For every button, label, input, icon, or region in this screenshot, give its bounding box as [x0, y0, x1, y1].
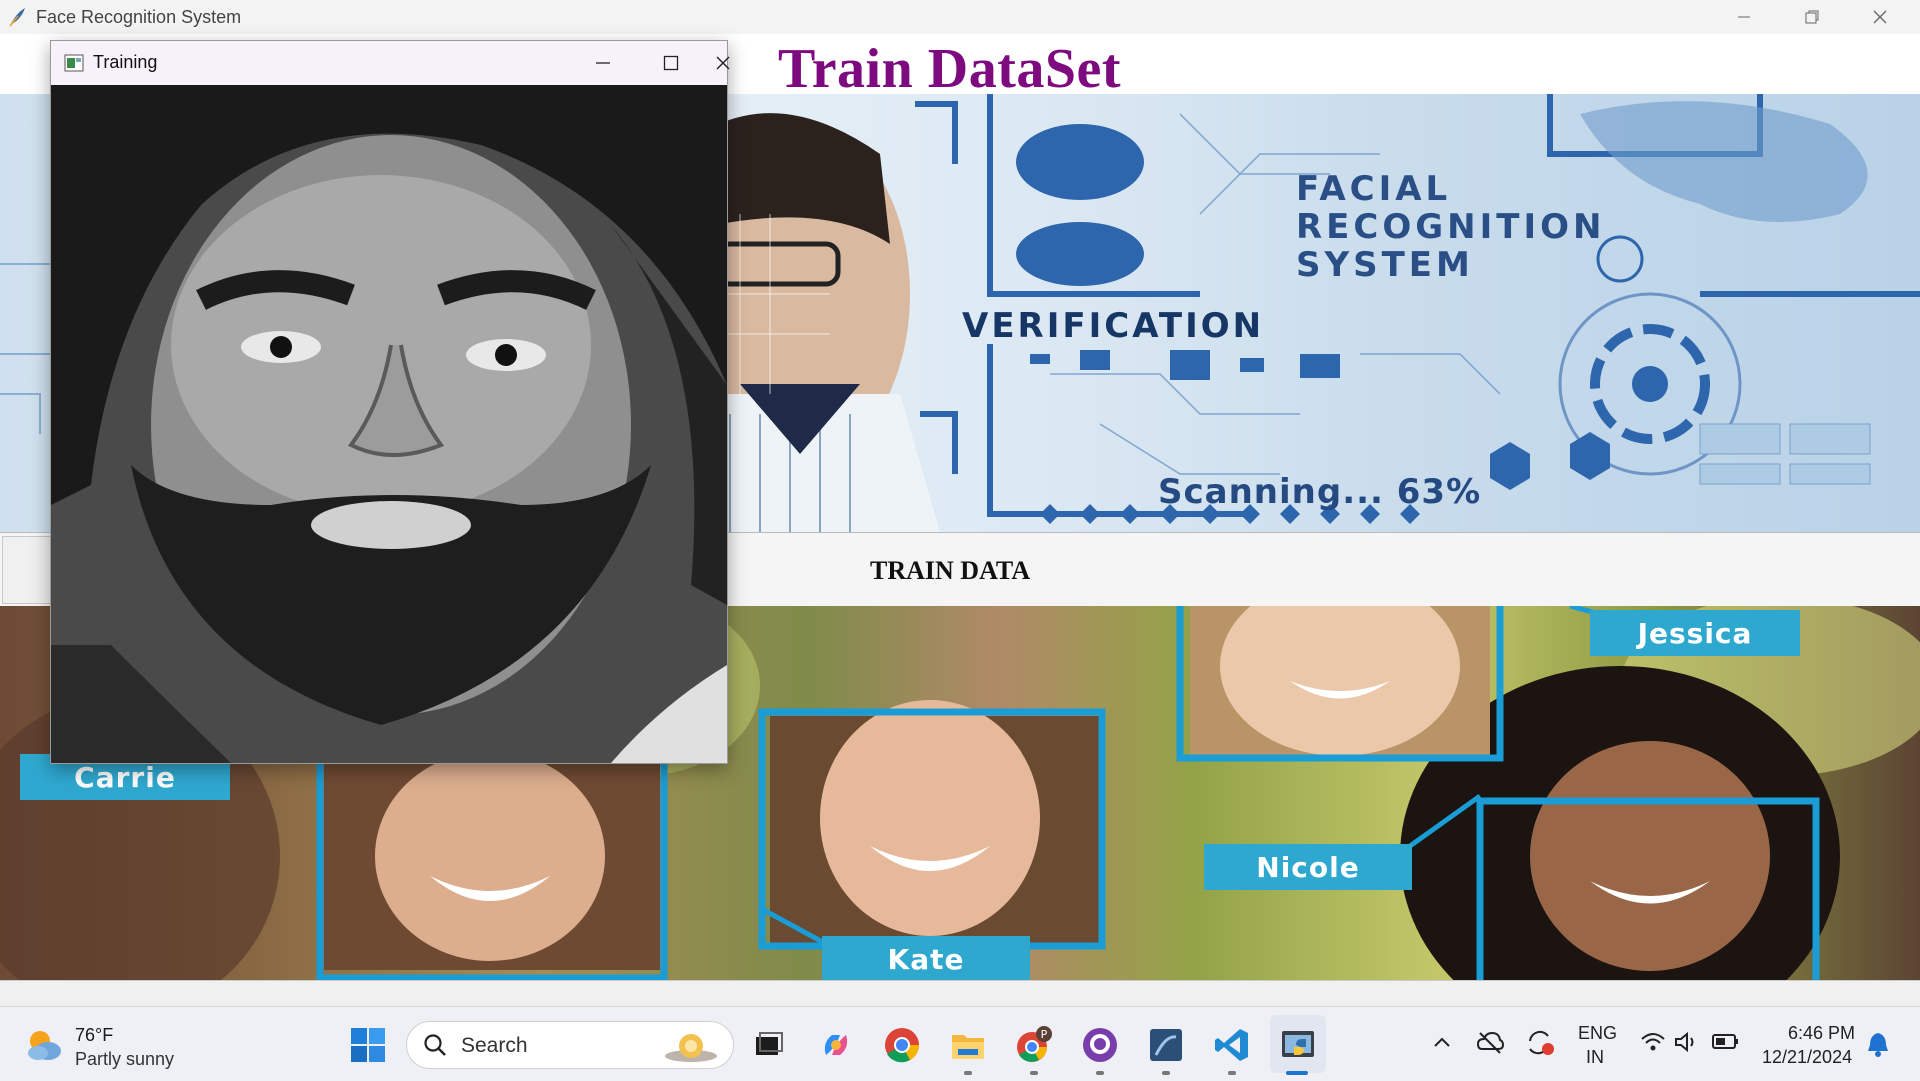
battery-icon[interactable] — [1712, 1033, 1740, 1051]
language-indicator[interactable]: ENG — [1578, 1023, 1617, 1044]
search-highlight-icon — [665, 1034, 717, 1062]
clock-date[interactable]: 12/21/2024 — [1762, 1047, 1852, 1068]
taskbar-search-box[interactable]: Search — [406, 1021, 734, 1069]
wifi-icon[interactable] — [1640, 1031, 1666, 1053]
training-maximize-button[interactable] — [637, 41, 705, 85]
banner-line-2: RECOGNITION — [1296, 207, 1606, 247]
file-explorer-icon[interactable] — [948, 1025, 988, 1065]
app-restore-button[interactable] — [1778, 0, 1846, 34]
grayscale-face-graphic — [51, 85, 727, 763]
training-close-button[interactable] — [703, 41, 743, 85]
windows-start-icon[interactable] — [348, 1025, 388, 1065]
name-tag-jessica: Jessica — [1590, 610, 1800, 656]
sync-alert-icon[interactable] — [1524, 1027, 1556, 1057]
banner-heading: FACIAL RECOGNITION SYSTEM — [1296, 170, 1605, 284]
github-desktop-icon[interactable] — [1080, 1025, 1120, 1065]
banner-line-1: FACIAL — [1296, 169, 1452, 209]
clock-time[interactable]: 6:46 PM — [1788, 1023, 1855, 1044]
running-indicator — [1096, 1071, 1104, 1075]
vscode-icon[interactable] — [1212, 1025, 1252, 1065]
search-label: Search — [461, 1034, 528, 1057]
running-indicator — [1228, 1071, 1236, 1075]
weather-temperature[interactable]: 76°F — [75, 1025, 113, 1046]
weather-condition[interactable]: Partly sunny — [75, 1049, 174, 1070]
name-tag-kate: Kate — [822, 936, 1030, 980]
chrome-profile-icon[interactable]: P — [1014, 1025, 1054, 1065]
python-idle-icon[interactable] — [1146, 1025, 1186, 1065]
task-view-icon[interactable] — [748, 1025, 788, 1065]
app-minimize-button[interactable] — [1710, 0, 1778, 34]
region-indicator[interactable]: IN — [1586, 1047, 1604, 1068]
banner-scanning: Scanning... 63% — [1158, 472, 1482, 512]
app-title-bar: Face Recognition System — [0, 0, 1920, 34]
opencv-window-icon — [64, 54, 84, 72]
app-close-button[interactable] — [1846, 0, 1914, 34]
app-window-title: Face Recognition System — [36, 6, 242, 27]
training-title-bar[interactable]: Training — [51, 41, 730, 85]
training-window[interactable]: Training — [50, 40, 730, 764]
running-indicator — [1030, 1071, 1038, 1075]
svg-text:P: P — [1041, 1028, 1048, 1041]
tk-feather-icon — [9, 8, 25, 27]
training-window-title: Training — [93, 52, 158, 72]
partly-sunny-icon[interactable] — [24, 1025, 64, 1065]
chevron-up-icon[interactable] — [1432, 1033, 1452, 1053]
name-tag-nicole: Nicole — [1204, 844, 1412, 890]
bottom-strip — [0, 980, 1920, 1007]
python-app-icon[interactable] — [1278, 1025, 1318, 1065]
onedrive-offline-icon[interactable] — [1476, 1029, 1504, 1055]
search-icon — [424, 1034, 446, 1056]
running-indicator — [1162, 1071, 1170, 1075]
banner-line-3: SYSTEM — [1296, 245, 1474, 285]
active-indicator — [1286, 1071, 1308, 1075]
banner-verification: VERIFICATION — [962, 306, 1265, 346]
training-minimize-button[interactable] — [569, 41, 637, 85]
volume-icon[interactable] — [1674, 1031, 1700, 1053]
copilot-icon[interactable] — [816, 1025, 856, 1065]
chrome-icon[interactable] — [882, 1025, 922, 1065]
notification-bell-icon[interactable] — [1866, 1031, 1890, 1057]
taskbar: 76°F Partly sunny Search P ENG IN 6:46 P… — [0, 1006, 1920, 1081]
running-indicator — [964, 1071, 972, 1075]
training-face-image — [51, 85, 727, 763]
train-data-button[interactable]: TRAIN DATA — [870, 556, 1030, 586]
